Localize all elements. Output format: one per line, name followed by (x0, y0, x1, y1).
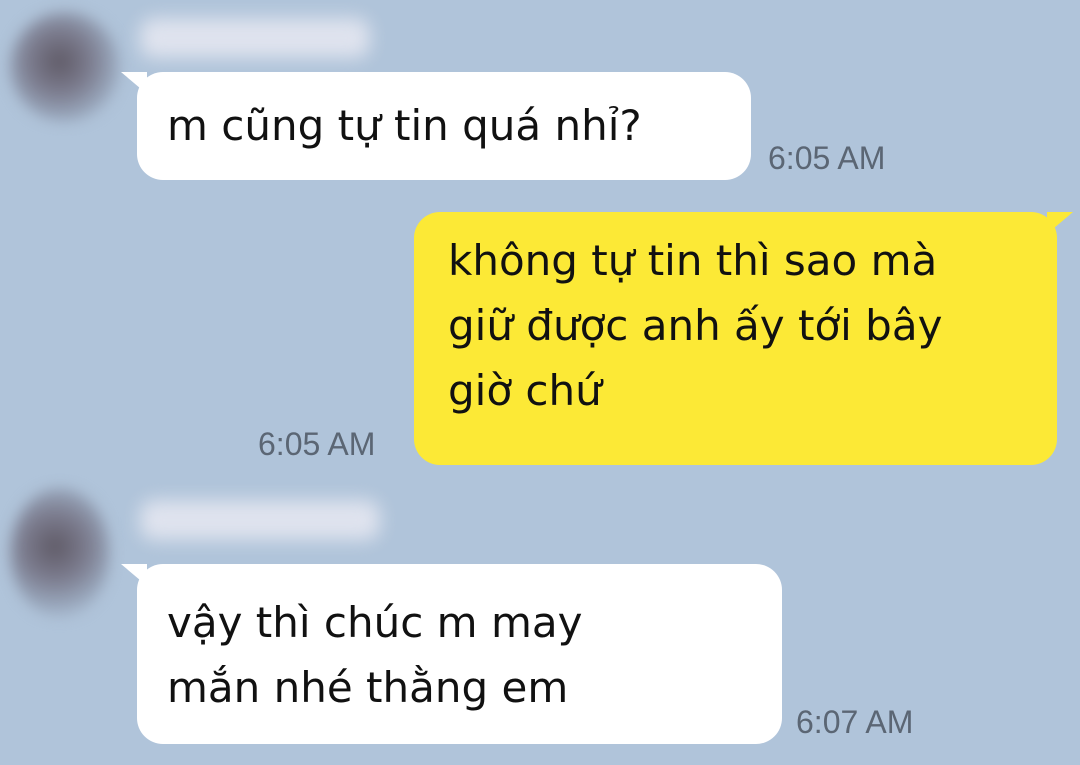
bubble-tail (121, 72, 147, 94)
message-timestamp: 6:05 AM (768, 140, 886, 176)
message-timestamp: 6:07 AM (796, 704, 914, 740)
bubble-tail (121, 564, 147, 586)
avatar[interactable] (10, 488, 110, 618)
message-text: m cũng tự tin quá nhỉ? (167, 101, 642, 150)
message-bubble-incoming[interactable]: vậy thì chúc m may mắn nhé thằng em (121, 564, 782, 744)
bubble-tail (1047, 212, 1073, 234)
sender-name-blurred (140, 18, 370, 58)
message-bubble-outgoing[interactable]: không tự tin thì sao mà giữ được anh ấy … (414, 212, 1073, 465)
message-bubble-incoming[interactable]: m cũng tự tin quá nhỉ? (121, 72, 751, 180)
message-text: không tự tin thì sao mà giữ được anh ấy … (448, 236, 943, 415)
sender-name-blurred (140, 500, 380, 540)
avatar[interactable] (10, 12, 120, 122)
message-text: vậy thì chúc m may mắn nhé thằng em (167, 598, 583, 712)
message-timestamp: 6:05 AM (258, 426, 376, 462)
